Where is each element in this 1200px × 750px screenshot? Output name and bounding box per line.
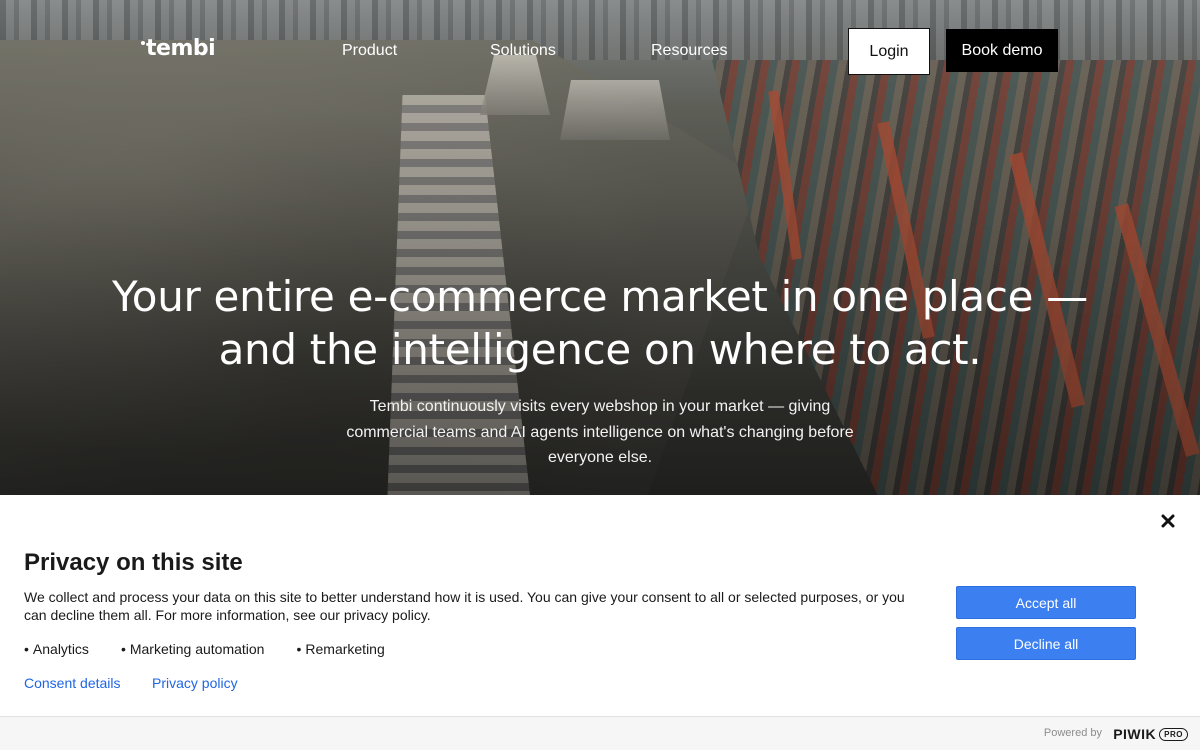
tembi-logo[interactable]: tembi bbox=[141, 36, 216, 61]
privacy-policy-link[interactable]: Privacy policy bbox=[152, 675, 238, 691]
logo-dot-icon bbox=[141, 41, 145, 45]
hero-headline-line-1: Your entire e-commerce market in one pla… bbox=[112, 272, 1088, 321]
hero-headline-line-2: and the intelligence on where to act. bbox=[218, 325, 982, 374]
hero-headline: Your entire e-commerce market in one pla… bbox=[60, 270, 1140, 376]
consent-details-link[interactable]: Consent details bbox=[24, 675, 121, 691]
page: tembi Product Solutions Resources Login … bbox=[0, 0, 1200, 750]
decline-all-button[interactable]: Decline all bbox=[956, 627, 1136, 660]
purpose-remarketing: Remarketing bbox=[296, 641, 384, 657]
powered-by-bar: Powered by PIWIK PRO bbox=[0, 716, 1200, 750]
accept-all-button[interactable]: Accept all bbox=[956, 586, 1136, 619]
purpose-marketing-automation: Marketing automation bbox=[121, 641, 265, 657]
consent-purposes-list: Analytics Marketing automation Remarketi… bbox=[24, 641, 417, 657]
nav-link-resources[interactable]: Resources bbox=[651, 42, 727, 60]
book-demo-button[interactable]: Book demo bbox=[946, 29, 1058, 72]
login-button[interactable]: Login bbox=[848, 28, 930, 75]
nav-link-solutions[interactable]: Solutions bbox=[490, 42, 556, 60]
nav-link-product[interactable]: Product bbox=[342, 42, 397, 60]
piwik-pro-logo[interactable]: PIWIK PRO bbox=[1113, 726, 1188, 742]
powered-by-text: Powered by bbox=[1043, 727, 1102, 739]
privacy-title: Privacy on this site bbox=[24, 549, 243, 576]
top-navigation: tembi Product Solutions Resources Login … bbox=[0, 0, 1200, 100]
purpose-analytics: Analytics bbox=[24, 641, 89, 657]
privacy-consent-banner: Privacy on this site We collect and proc… bbox=[0, 495, 1200, 716]
hero-subtext: Tembi continuously visits every webshop … bbox=[346, 398, 854, 466]
privacy-description: We collect and process your data on this… bbox=[24, 589, 905, 623]
close-icon[interactable] bbox=[1160, 513, 1176, 529]
